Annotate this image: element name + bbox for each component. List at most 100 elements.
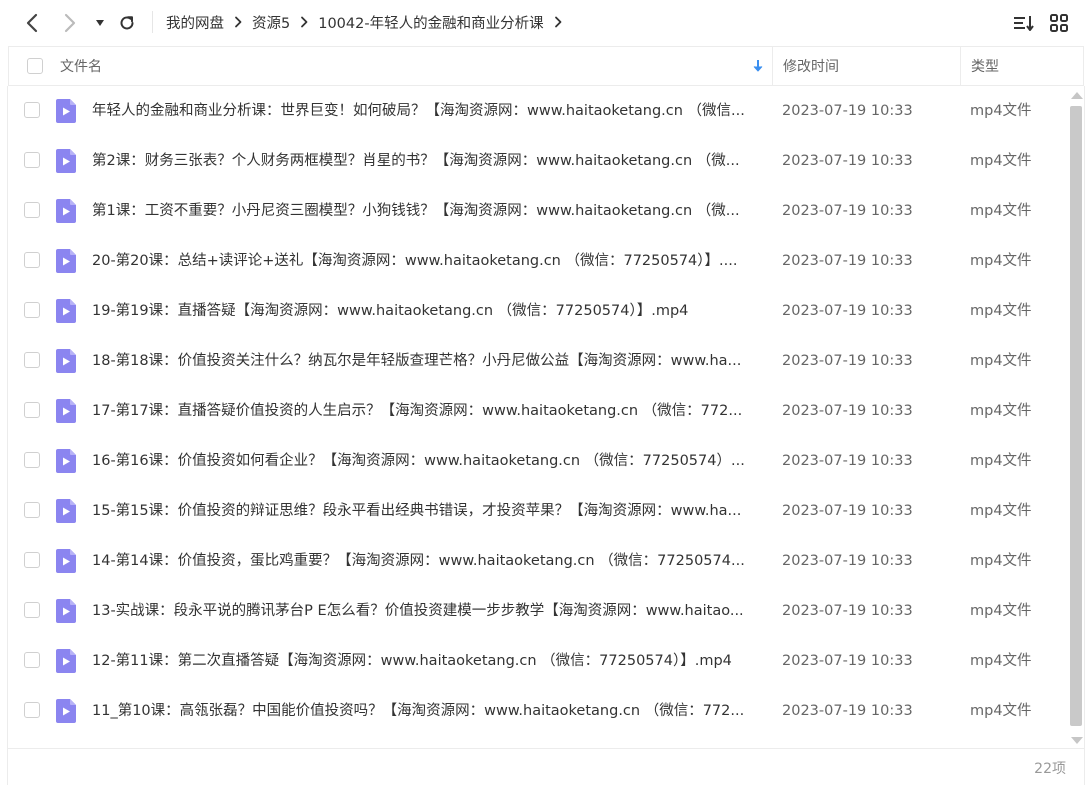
- caret-down-icon: [96, 20, 104, 26]
- row-checkbox[interactable]: [24, 652, 40, 668]
- breadcrumb-item-current[interactable]: 10042-年轻人的金融和商业分析课: [318, 12, 543, 33]
- file-modified-time: 2023-07-19 10:33: [782, 103, 913, 119]
- file-name[interactable]: 13-实战课：段永平说的腾讯茅台P E怎么看？价值投资建模一步步教学【海淘资源网…: [92, 586, 762, 636]
- select-all-checkbox[interactable]: [27, 58, 43, 74]
- file-row[interactable]: 18-第18课：价值投资关注什么？纳瓦尔是年轻版查理芒格？小丹尼做公益【海淘资源…: [8, 336, 1068, 386]
- file-type: mp4文件: [970, 453, 1032, 469]
- file-name[interactable]: 年轻人的金融和商业分析课：世界巨变！如何破局？【海淘资源网：www.haitao…: [92, 86, 762, 136]
- breadcrumb-item[interactable]: 我的网盘: [166, 12, 224, 33]
- row-checkbox[interactable]: [24, 152, 40, 168]
- arrow-down-icon: [753, 60, 763, 72]
- file-row[interactable]: 第2课：财务三张表？个人财务两框模型？肖星的书？【海淘资源网：www.haita…: [8, 136, 1068, 186]
- breadcrumb-item[interactable]: 资源5: [252, 12, 290, 33]
- row-checkbox[interactable]: [24, 102, 40, 118]
- chevron-right-icon: [64, 13, 76, 33]
- file-row[interactable]: 13-实战课：段永平说的腾讯茅台P E怎么看？价值投资建模一步步教学【海淘资源网…: [8, 586, 1068, 636]
- row-checkbox[interactable]: [24, 702, 40, 718]
- file-row[interactable]: 12-第11课：第二次直播答疑【海淘资源网：www.haitaoketang.c…: [8, 636, 1068, 686]
- file-name[interactable]: 17-第17课：直播答疑价值投资的人生启示？【海淘资源网：www.haitaok…: [92, 386, 762, 436]
- column-header-name[interactable]: 文件名: [60, 47, 770, 85]
- file-modified-time: 2023-07-19 10:33: [782, 653, 913, 669]
- video-file-icon: [56, 549, 76, 573]
- file-name[interactable]: 18-第18课：价值投资关注什么？纳瓦尔是年轻版查理芒格？小丹尼做公益【海淘资源…: [92, 336, 762, 386]
- file-type: mp4文件: [970, 353, 1032, 369]
- history-dropdown-button[interactable]: [89, 11, 111, 35]
- file-row[interactable]: [8, 736, 1068, 748]
- file-list-header: 文件名 修改时间 类型: [8, 46, 1084, 86]
- file-row[interactable]: 15-第15课：价值投资的辩证思维？段永平看出经典书错误，才投资苹果？【海淘资源…: [8, 486, 1068, 536]
- sort-list-icon: [1014, 16, 1034, 31]
- forward-button[interactable]: [58, 11, 82, 35]
- status-bar: 22项: [8, 748, 1084, 785]
- select-all-cell: [27, 47, 43, 85]
- file-name[interactable]: 14-第14课：价值投资，蛋比鸡重要？【海淘资源网：www.haitaoketa…: [92, 536, 762, 586]
- row-checkbox[interactable]: [24, 402, 40, 418]
- column-header-type[interactable]: 类型: [971, 47, 1071, 85]
- view-toggle-button[interactable]: [1047, 11, 1071, 35]
- video-file-icon: [56, 699, 76, 723]
- video-file-icon: [56, 599, 76, 623]
- file-modified-time: 2023-07-19 10:33: [782, 353, 913, 369]
- file-type: mp4文件: [970, 503, 1032, 519]
- file-type: mp4文件: [970, 203, 1032, 219]
- file-name[interactable]: 12-第11课：第二次直播答疑【海淘资源网：www.haitaoketang.c…: [92, 636, 762, 686]
- file-modified-time: 2023-07-19 10:33: [782, 553, 913, 569]
- file-modified-time: 2023-07-19 10:33: [782, 203, 913, 219]
- file-name[interactable]: 15-第15课：价值投资的辩证思维？段永平看出经典书错误，才投资苹果？【海淘资源…: [92, 486, 762, 536]
- video-file-icon: [56, 299, 76, 323]
- file-row[interactable]: 年轻人的金融和商业分析课：世界巨变！如何破局？【海淘资源网：www.haitao…: [8, 86, 1068, 136]
- sort-button[interactable]: [1012, 11, 1036, 35]
- file-modified-time: 2023-07-19 10:33: [782, 153, 913, 169]
- row-checkbox[interactable]: [24, 552, 40, 568]
- file-row[interactable]: 11_第10课：高瓴张磊？中国能价值投资吗？【海淘资源网：www.haitaok…: [8, 686, 1068, 736]
- file-type: mp4文件: [970, 403, 1032, 419]
- row-checkbox[interactable]: [24, 302, 40, 318]
- breadcrumb: 我的网盘 资源5 10042-年轻人的金融和商业分析课: [166, 0, 572, 44]
- toolbar: 我的网盘 资源5 10042-年轻人的金融和商业分析课: [0, 0, 1086, 46]
- row-checkbox[interactable]: [24, 252, 40, 268]
- column-header-time[interactable]: 修改时间: [783, 47, 953, 85]
- file-name[interactable]: [92, 736, 762, 748]
- column-header-type-label: 类型: [971, 59, 999, 75]
- file-modified-time: 2023-07-19 10:33: [782, 303, 913, 319]
- file-name[interactable]: 11_第10课：高瓴张磊？中国能价值投资吗？【海淘资源网：www.haitaok…: [92, 686, 762, 736]
- column-header-time-label: 修改时间: [783, 59, 839, 75]
- scroll-up-arrow-icon[interactable]: [1071, 92, 1083, 99]
- row-checkbox[interactable]: [24, 352, 40, 368]
- vertical-scrollbar[interactable]: [1068, 88, 1084, 748]
- sort-direction-indicator[interactable]: [752, 47, 764, 85]
- scroll-down-arrow-icon[interactable]: [1071, 737, 1083, 744]
- column-divider[interactable]: [960, 47, 961, 85]
- file-modified-time: 2023-07-19 10:33: [782, 603, 913, 619]
- file-name[interactable]: 19-第19课：直播答疑【海淘资源网：www.haitaoketang.cn （…: [92, 286, 762, 336]
- file-row[interactable]: 17-第17课：直播答疑价值投资的人生启示？【海淘资源网：www.haitaok…: [8, 386, 1068, 436]
- file-row[interactable]: 第1课：工资不重要？小丹尼资三圈模型？小狗钱钱？【海淘资源网：www.haita…: [8, 186, 1068, 236]
- file-row[interactable]: 20-第20课：总结+读评论+送礼【海淘资源网：www.haitaoketang…: [8, 236, 1068, 286]
- row-checkbox[interactable]: [24, 502, 40, 518]
- file-row[interactable]: 14-第14课：价值投资，蛋比鸡重要？【海淘资源网：www.haitaoketa…: [8, 536, 1068, 586]
- file-type: mp4文件: [970, 603, 1032, 619]
- file-row[interactable]: 16-第16课：价值投资如何看企业？【海淘资源网：www.haitaoketan…: [8, 436, 1068, 486]
- file-row[interactable]: 19-第19课：直播答疑【海淘资源网：www.haitaoketang.cn （…: [8, 286, 1068, 336]
- file-name[interactable]: 20-第20课：总结+读评论+送礼【海淘资源网：www.haitaoketang…: [92, 236, 762, 286]
- chevron-right-icon[interactable]: [554, 16, 562, 28]
- column-divider[interactable]: [772, 47, 773, 85]
- file-type: mp4文件: [970, 303, 1032, 319]
- file-type: mp4文件: [970, 703, 1032, 719]
- file-name[interactable]: 第1课：工资不重要？小丹尼资三圈模型？小狗钱钱？【海淘资源网：www.haita…: [92, 186, 762, 236]
- chevron-left-icon: [26, 13, 38, 33]
- video-file-icon: [56, 149, 76, 173]
- chevron-right-icon: [300, 16, 308, 28]
- file-type: mp4文件: [970, 553, 1032, 569]
- row-checkbox[interactable]: [24, 202, 40, 218]
- chevron-right-icon: [234, 16, 242, 28]
- scrollbar-thumb[interactable]: [1070, 106, 1082, 726]
- row-checkbox[interactable]: [24, 452, 40, 468]
- file-name[interactable]: 第2课：财务三张表？个人财务两框模型？肖星的书？【海淘资源网：www.haita…: [92, 136, 762, 186]
- video-file-icon: [56, 199, 76, 223]
- video-file-icon: [56, 499, 76, 523]
- back-button[interactable]: [20, 11, 44, 35]
- file-name[interactable]: 16-第16课：价值投资如何看企业？【海淘资源网：www.haitaoketan…: [92, 436, 762, 486]
- row-checkbox[interactable]: [24, 602, 40, 618]
- refresh-button[interactable]: [115, 11, 139, 35]
